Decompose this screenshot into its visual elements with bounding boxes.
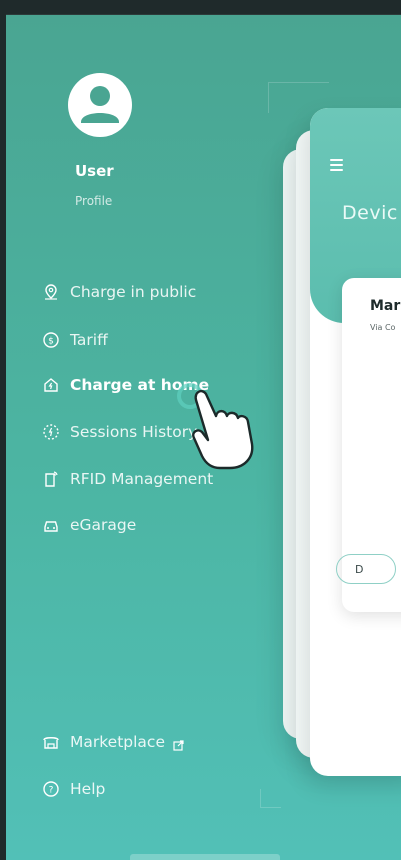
nav-item-label: eGarage	[70, 516, 137, 534]
home-indicator[interactable]	[130, 854, 280, 860]
car-icon	[42, 516, 60, 534]
external-link-icon	[173, 737, 184, 751]
devices-screen-card[interactable]: Devic Mar Via Co D	[310, 108, 401, 776]
nav-item-label: Help	[70, 780, 106, 798]
user-subtitle[interactable]: Profile	[75, 194, 112, 208]
nav-item-marketplace[interactable]: Marketplace	[42, 729, 184, 755]
location-pin-icon	[42, 283, 60, 301]
decorative-line	[260, 789, 281, 808]
screen-top-border	[6, 14, 401, 15]
help-circle-icon: ?	[42, 780, 60, 798]
user-avatar-icon	[81, 86, 119, 123]
dollar-circle-icon: $	[42, 331, 60, 349]
rfid-card-icon	[42, 470, 60, 488]
nav-item-sessions-history[interactable]: Sessions History	[42, 419, 197, 445]
svg-text:?: ?	[49, 786, 54, 796]
nav-item-charge-in-public[interactable]: Charge in public	[42, 279, 196, 305]
device-subtitle: Via Co	[370, 323, 396, 332]
nav-item-egarage[interactable]: eGarage	[42, 512, 136, 538]
home-charge-icon	[42, 376, 60, 394]
device-action-button[interactable]: D	[336, 554, 396, 584]
hamburger-menu-icon[interactable]	[330, 159, 343, 171]
card-title: Devic	[342, 202, 398, 224]
nav-item-label: Marketplace	[70, 733, 165, 751]
avatar[interactable]	[68, 73, 132, 137]
marketplace-icon	[42, 733, 60, 751]
svg-text:$: $	[48, 337, 54, 347]
nav-item-label: Charge in public	[70, 283, 197, 301]
device-name: Mar	[370, 298, 401, 314]
tap-hand-icon	[176, 374, 266, 478]
nav-item-tariff[interactable]: $ Tariff	[42, 327, 108, 353]
sessions-history-icon	[42, 423, 60, 441]
nav-item-help[interactable]: ? Help	[42, 776, 105, 802]
user-name: User	[75, 162, 114, 180]
app-screen: Devic Mar Via Co D User Profile Charge i…	[6, 14, 401, 860]
nav-item-label: Tariff	[70, 331, 108, 349]
